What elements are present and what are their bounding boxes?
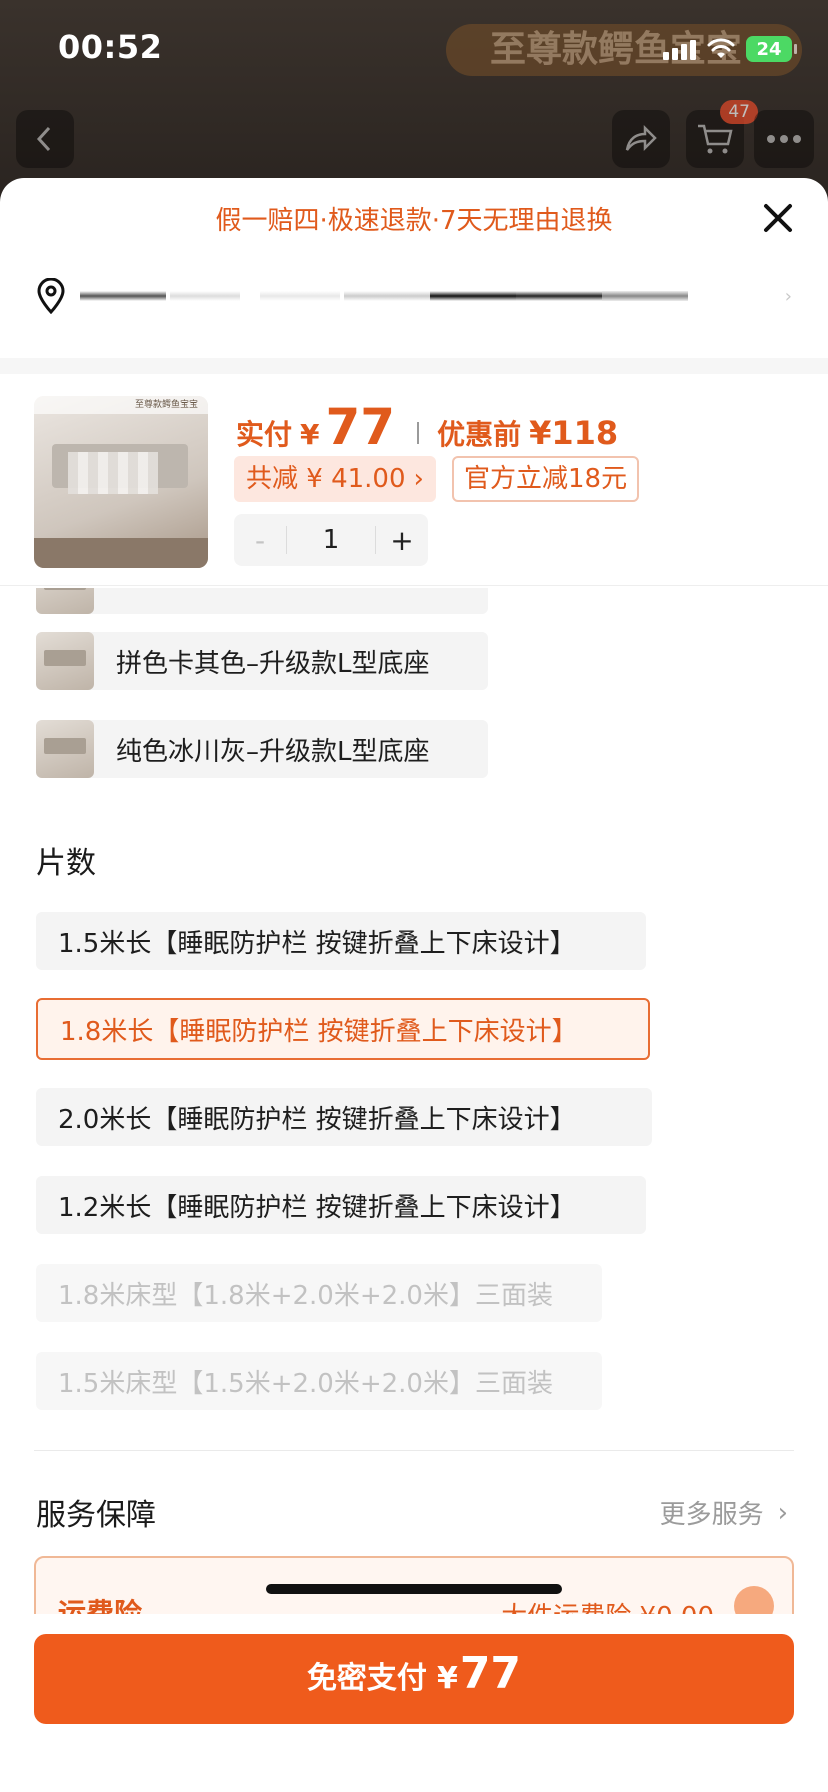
divider xyxy=(34,1450,794,1451)
wifi-icon xyxy=(707,38,735,58)
size-option[interactable]: 2.0米长【睡眠防护栏 按键折叠上下床设计】 xyxy=(36,1088,652,1146)
decrease-quantity-button[interactable]: - xyxy=(234,524,286,557)
more-services-label: 更多服务 xyxy=(659,1500,764,1530)
quantity-stepper: - 1 + xyxy=(234,514,428,566)
address-row[interactable]: › xyxy=(36,274,792,318)
option-label: 1.5米床型【1.5米+2.0米+2.0米】三面装 xyxy=(58,1368,553,1399)
price-separator xyxy=(417,422,420,444)
service-promise-banner: 假一赔四·极速退款·7天无理由退换 xyxy=(215,206,613,236)
option-label: 1.2米长【睡眠防护栏 按键折叠上下床设计】 xyxy=(58,1192,576,1223)
cellular-signal-icon xyxy=(663,38,696,60)
back-button[interactable] xyxy=(16,110,74,168)
color-option-partial[interactable] xyxy=(36,588,488,614)
home-indicator xyxy=(266,1584,562,1594)
actual-price-label: 实付 xyxy=(236,418,293,451)
option-label: 纯色冰川灰–升级款L型底座 xyxy=(116,736,430,767)
close-icon xyxy=(764,204,792,232)
thumbnail-caption: 至尊款鳄鱼宝宝 xyxy=(34,396,208,414)
status-icons: 24 xyxy=(663,34,797,64)
pay-button[interactable]: 免密支付 ¥ 77 xyxy=(34,1634,794,1724)
option-label: 2.0米长【睡眠防护栏 按键折叠上下床设计】 xyxy=(58,1104,576,1135)
option-thumbnail xyxy=(36,588,94,614)
official-discount-chip: 官方立减18元 xyxy=(452,456,640,502)
original-price: ¥118 xyxy=(529,414,619,452)
status-time: 00:52 xyxy=(58,28,163,66)
product-thumbnail[interactable]: 至尊款鳄鱼宝宝 xyxy=(34,396,208,568)
chevron-right-icon: › xyxy=(784,285,792,307)
options-scroll-area[interactable]: 拼色卡其色–升级款L型底座 纯色冰川灰–升级款L型底座 片数 1.5米长【睡眠防… xyxy=(0,588,828,1792)
option-label: 1.8米床型【1.8米+2.0米+2.0米】三面装 xyxy=(58,1280,553,1311)
total-discount-text: 共减 ¥ 41.00 xyxy=(246,464,406,494)
pay-label: 免密支付 xyxy=(306,1661,427,1696)
share-icon xyxy=(625,124,657,152)
currency-symbol: ¥ xyxy=(300,418,320,451)
share-button[interactable] xyxy=(612,110,670,168)
location-pin-icon xyxy=(37,278,65,314)
quantity-value[interactable]: 1 xyxy=(286,526,376,554)
option-label: 拼色卡其色–升级款L型底座 xyxy=(116,648,430,679)
increase-quantity-button[interactable]: + xyxy=(376,524,428,557)
sku-selection-sheet: 假一赔四·极速退款·7天无理由退换 › 至尊款鳄鱼宝宝 实付 ¥ 77 优惠前 … xyxy=(0,178,828,1792)
option-label: 1.5米长【睡眠防护栏 按键折叠上下床设计】 xyxy=(58,928,576,959)
total-discount-chip[interactable]: 共减 ¥ 41.00 › xyxy=(234,456,436,502)
service-section-title: 服务保障 xyxy=(36,1498,156,1533)
cart-count-badge: 47 xyxy=(720,100,758,124)
size-option[interactable]: 1.5米长【睡眠防护栏 按键折叠上下床设计】 xyxy=(36,912,646,970)
cart-icon xyxy=(698,124,733,154)
size-option-selected[interactable]: 1.8米长【睡眠防护栏 按键折叠上下床设计】 xyxy=(36,998,650,1060)
battery-icon: 24 xyxy=(746,36,797,62)
close-button[interactable] xyxy=(758,198,798,238)
size-option[interactable]: 1.2米长【睡眠防护栏 按键折叠上下床设计】 xyxy=(36,1176,646,1234)
size-option-disabled: 1.8米床型【1.8米+2.0米+2.0米】三面装 xyxy=(36,1264,602,1322)
option-thumbnail xyxy=(36,720,94,778)
option-thumbnail xyxy=(36,632,94,690)
chevron-right-icon: › xyxy=(777,1497,788,1528)
chevron-right-icon: › xyxy=(413,464,424,494)
cart-button[interactable]: 47 xyxy=(686,100,758,168)
chevron-left-icon xyxy=(36,126,51,152)
size-option-disabled: 1.5米床型【1.5米+2.0米+2.0米】三面装 xyxy=(36,1352,602,1410)
address-text-redacted xyxy=(80,285,785,307)
more-button[interactable] xyxy=(754,110,814,168)
actual-price: 77 xyxy=(325,398,396,456)
thumbnail-redacted-logo xyxy=(68,452,158,494)
price-row: 实付 ¥ 77 优惠前 ¥118 xyxy=(236,398,618,456)
color-option[interactable]: 纯色冰川灰–升级款L型底座 xyxy=(36,720,488,778)
pay-amount: 77 xyxy=(459,1648,522,1699)
product-summary: 至尊款鳄鱼宝宝 实付 ¥ 77 优惠前 ¥118 共减 ¥ 41.00 › 官方… xyxy=(0,374,828,586)
color-option[interactable]: 拼色卡其色–升级款L型底座 xyxy=(36,632,488,690)
more-services-link[interactable]: 更多服务 › xyxy=(660,1494,788,1531)
original-price-label: 优惠前 xyxy=(437,418,522,451)
size-section-title: 片数 xyxy=(36,846,96,881)
pay-currency: ¥ xyxy=(436,1661,458,1696)
more-dots-icon xyxy=(767,135,801,143)
option-label: 1.8米长【睡眠防护栏 按键折叠上下床设计】 xyxy=(60,1016,578,1047)
